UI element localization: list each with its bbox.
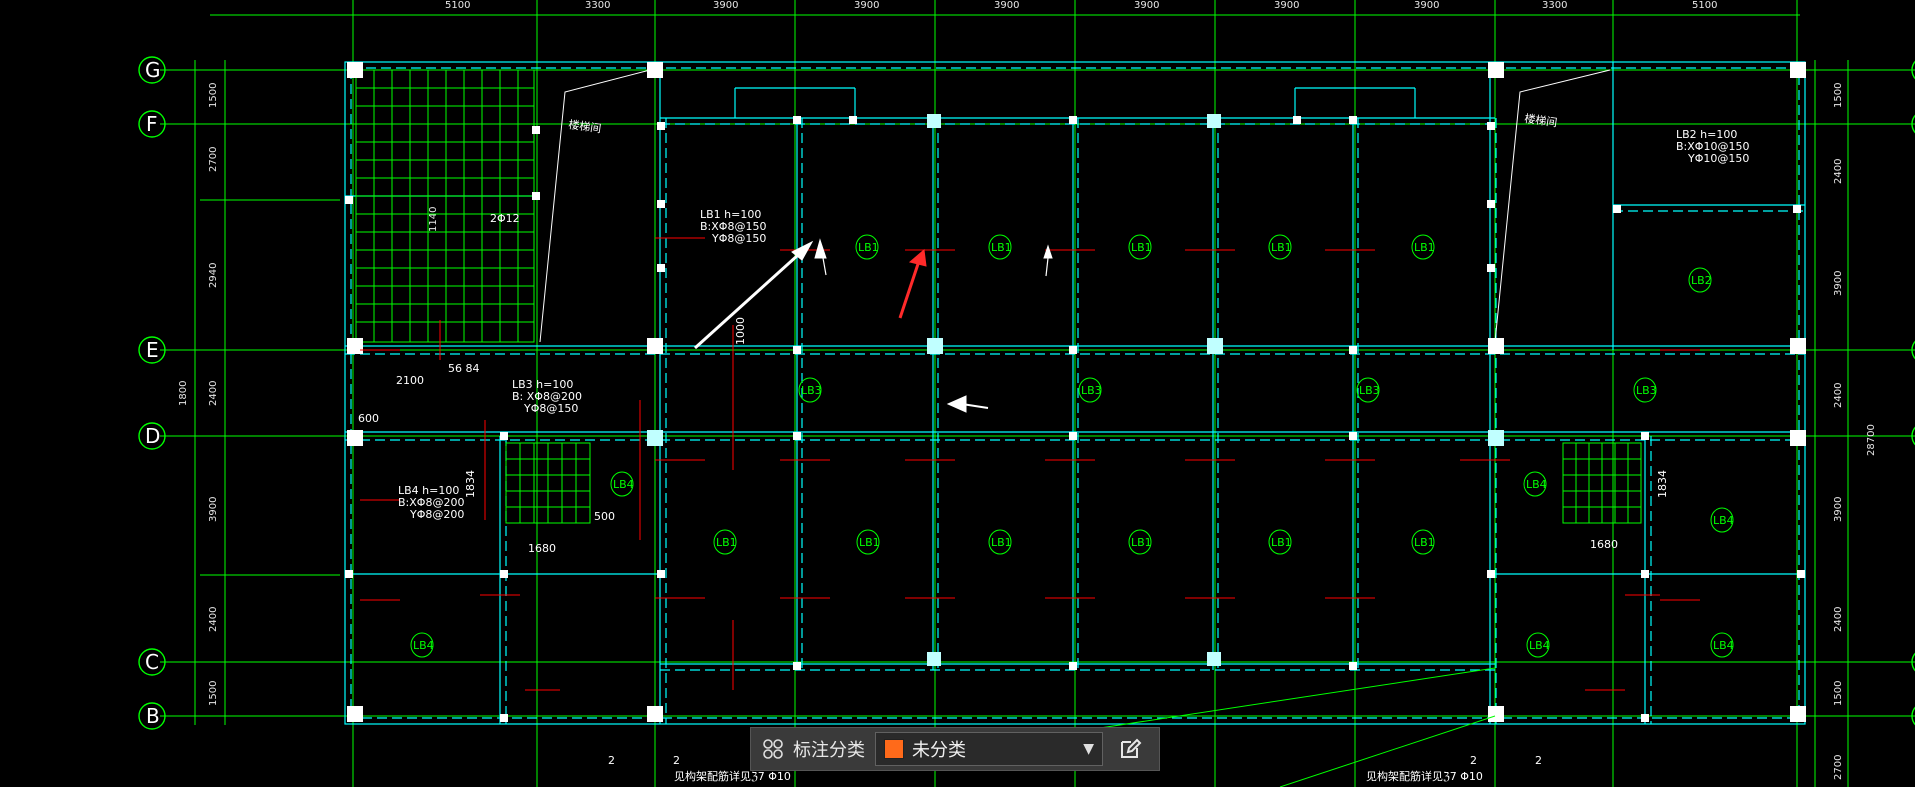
svg-text:56 84: 56 84 <box>448 362 480 375</box>
category-color-swatch <box>884 739 904 759</box>
left-dim-5: 2400 <box>208 381 219 406</box>
svg-text:2: 2 <box>1470 754 1477 767</box>
svg-text:1834: 1834 <box>464 470 477 498</box>
axis-label-f: F <box>146 112 158 136</box>
svg-text:2: 2 <box>608 754 615 767</box>
left-dim-3: 2940 <box>208 263 219 288</box>
left-dim-4: 1140 <box>428 207 439 232</box>
slab-tag: LB3 <box>1359 384 1380 397</box>
slab-tag: LB3 <box>1636 384 1657 397</box>
axis-label-c: C <box>145 650 159 674</box>
svg-text:1834: 1834 <box>1656 470 1669 498</box>
slab-tag: LB1 <box>1131 536 1152 549</box>
slab-tag: LB1 <box>859 536 880 549</box>
slab-tag: LB3 <box>1081 384 1102 397</box>
slab-tag: LB4 <box>1529 639 1550 652</box>
edit-category-button[interactable] <box>1113 732 1147 766</box>
slab-tag: LB1 <box>716 536 737 549</box>
svg-text:2: 2 <box>673 754 680 767</box>
slab-tag: LB1 <box>1414 536 1435 549</box>
left-dim-9: 1500 <box>208 681 219 706</box>
right-dim-6: 2400 <box>1833 607 1844 632</box>
slab-tag: LB3 <box>801 384 822 397</box>
slab-tag: LB1 <box>991 241 1012 254</box>
top-dim-5: 3900 <box>994 0 1019 11</box>
svg-text:2100: 2100 <box>396 374 424 387</box>
top-dim-9: 3300 <box>1542 0 1567 11</box>
slab-tag: LB1 <box>1414 241 1435 254</box>
svg-text:YΦ8@150: YΦ8@150 <box>523 402 578 415</box>
right-dim-2: 2400 <box>1833 159 1844 184</box>
slab-tag: LB1 <box>991 536 1012 549</box>
top-dim-8: 3900 <box>1414 0 1439 11</box>
slab-tag: LB4 <box>1713 514 1734 527</box>
slab-tag: LB1 <box>858 241 879 254</box>
svg-text:1680: 1680 <box>1590 538 1618 551</box>
svg-text:600: 600 <box>358 412 379 425</box>
edit-icon <box>1121 738 1142 758</box>
top-dim-7: 3900 <box>1274 0 1299 11</box>
slab-tag: LB4 <box>1526 478 1547 491</box>
slab-tag: LB1 <box>1271 241 1292 254</box>
right-dim-8: 2700 <box>1833 755 1844 780</box>
svg-text:YΦ10@150: YΦ10@150 <box>1687 152 1749 165</box>
left-dim-2: 2700 <box>208 147 219 172</box>
top-dim-1: 5100 <box>445 0 470 11</box>
axis-label-b: B <box>146 704 160 728</box>
selected-category: 未分类 <box>912 740 966 761</box>
right-dim-1: 1500 <box>1833 83 1844 108</box>
slab-tag: LB2 <box>1691 274 1712 287</box>
right-dim-total: 28700 <box>1866 424 1877 456</box>
left-dim-8: 2400 <box>208 607 219 632</box>
right-dim-5: 3900 <box>1833 497 1844 522</box>
axis-label-d: D <box>145 424 160 448</box>
svg-text:见构架配筋详见ℨ7 Φ10: 见构架配筋详见ℨ7 Φ10 <box>1366 769 1483 783</box>
svg-text:500: 500 <box>594 510 615 523</box>
top-dim-4: 3900 <box>854 0 879 11</box>
annotation-toolbar: 标注分类 未分类 ▼ <box>750 727 1160 771</box>
svg-text:1000: 1000 <box>734 317 747 345</box>
grid-view-icon[interactable] <box>759 735 787 763</box>
left-dim-6: 1800 <box>178 381 189 406</box>
slab-tag: LB4 <box>613 478 634 491</box>
category-select[interactable]: 未分类 ▼ <box>875 732 1103 766</box>
slab-tag: LB1 <box>1131 241 1152 254</box>
svg-text:YΦ8@200: YΦ8@200 <box>409 508 464 521</box>
slab-tag: LB4 <box>1713 639 1734 652</box>
svg-text:YΦ8@150: YΦ8@150 <box>711 232 766 245</box>
svg-text:1680: 1680 <box>528 542 556 555</box>
category-label: 标注分类 <box>793 740 865 761</box>
cad-drawing-canvas[interactable]: 5100 3300 3900 3900 3900 3900 3900 3900 … <box>0 0 1915 787</box>
right-dim-4: 2400 <box>1833 383 1844 408</box>
top-dim-3: 3900 <box>713 0 738 11</box>
left-dim-1: 1500 <box>208 83 219 108</box>
axis-label-g: G <box>145 58 161 82</box>
svg-text:2Φ12: 2Φ12 <box>490 212 520 225</box>
chevron-down-icon: ▼ <box>1083 741 1094 757</box>
svg-text:2: 2 <box>1535 754 1542 767</box>
svg-text:见构架配筋详见ℨ7 Φ10: 见构架配筋详见ℨ7 Φ10 <box>674 769 791 783</box>
left-dim-7: 3900 <box>208 497 219 522</box>
slab-tag: LB4 <box>413 639 434 652</box>
top-dim-2: 3300 <box>585 0 610 11</box>
right-dim-7: 1500 <box>1833 681 1844 706</box>
slab-tag: LB1 <box>1271 536 1292 549</box>
right-dim-3: 3900 <box>1833 271 1844 296</box>
axis-label-e: E <box>146 338 159 362</box>
top-dim-6: 3900 <box>1134 0 1159 11</box>
top-dim-10: 5100 <box>1692 0 1717 11</box>
